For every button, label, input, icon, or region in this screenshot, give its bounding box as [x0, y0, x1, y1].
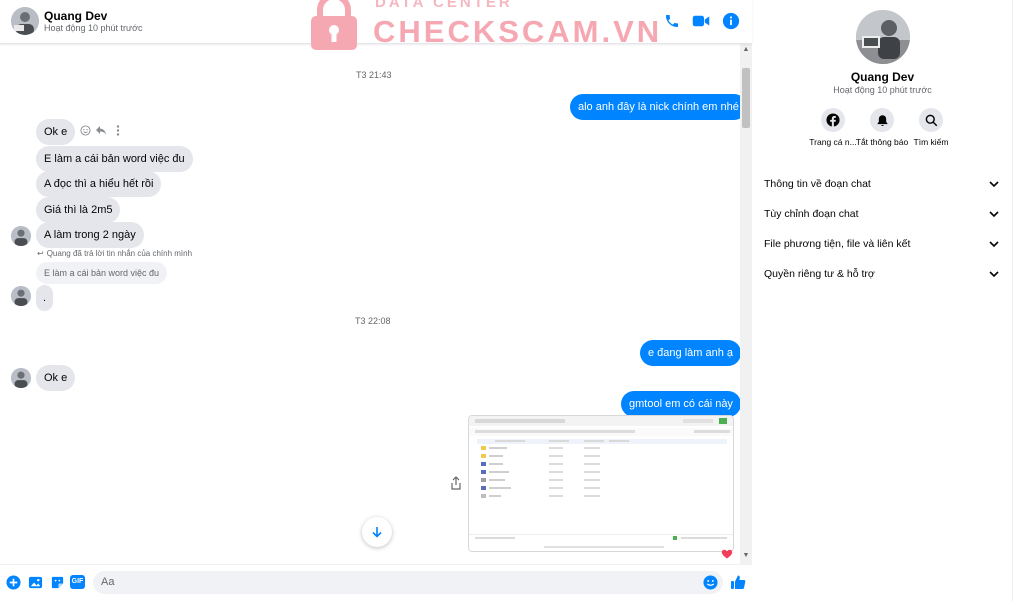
share-icon[interactable]	[450, 476, 462, 490]
more-icon[interactable]	[112, 124, 124, 136]
phone-icon[interactable]	[662, 11, 682, 31]
section-label: Tùy chỉnh đoạn chat	[764, 208, 859, 220]
incoming-message[interactable]: E làm a cái bản word việc đu	[36, 146, 193, 172]
incoming-message[interactable]: Ok e	[36, 119, 76, 145]
reply-icon[interactable]	[95, 124, 107, 136]
chevron-down-icon	[989, 241, 999, 248]
reply-quote[interactable]: E làm a cái bản word việc đu	[36, 262, 168, 284]
emoji-icon[interactable]	[703, 575, 718, 590]
timestamp: T3 22:08	[355, 316, 391, 326]
chevron-down-icon	[989, 271, 999, 278]
mute-action[interactable]: Tắt thông báo	[854, 108, 910, 147]
reply-note-text: Quang đã trả lời tin nhắn của chính mình	[46, 249, 193, 258]
section-privacy-support[interactable]: Quyền riêng tư & hỗ trợ	[764, 265, 1000, 285]
outgoing-message[interactable]: alo anh đây là nick chính em nhé	[570, 94, 747, 120]
facebook-icon	[821, 108, 845, 132]
image-attachment[interactable]	[468, 415, 734, 552]
scroll-down-arrow-icon[interactable]: ▼	[742, 552, 750, 560]
search-action[interactable]: Tìm kiếm	[903, 108, 959, 147]
profile-name: Quang Dev	[850, 70, 915, 84]
message-list: T3 21:43 alo anh đây là nick chính em nh…	[0, 44, 747, 564]
outgoing-message[interactable]: gmtool em có cái này	[621, 391, 741, 417]
scroll-up-arrow-icon[interactable]: ▲	[742, 46, 750, 54]
plus-icon[interactable]	[5, 574, 21, 590]
incoming-message[interactable]: Giá thì là 2m5	[36, 197, 121, 223]
section-customize-chat[interactable]: Tùy chỉnh đoạn chat	[764, 205, 1000, 225]
video-icon[interactable]	[691, 11, 711, 31]
section-chat-info[interactable]: Thông tin về đoạn chat	[764, 175, 1000, 195]
heart-reaction-icon[interactable]	[721, 547, 733, 559]
chat-header: Quang Dev Hoạt động 10 phút trước	[0, 0, 752, 44]
file-manager-screenshot	[469, 416, 733, 551]
arrow-down-icon	[372, 527, 382, 538]
conversation-info-panel: Quang Dev Hoạt động 10 phút trước Trang …	[753, 0, 1012, 601]
profile-action-label: Trang cá n...	[809, 137, 857, 147]
chevron-down-icon	[989, 211, 999, 218]
bell-icon	[870, 108, 894, 132]
section-label: File phương tiện, file và liên kết	[764, 238, 911, 250]
section-label: Quyền riêng tư & hỗ trợ	[764, 268, 875, 280]
incoming-message[interactable]: A làm trong 2 ngày	[36, 222, 144, 248]
image-icon[interactable]	[27, 574, 43, 590]
scroll-thumb[interactable]	[742, 68, 750, 128]
chat-scrollbar[interactable]: ▲ ▼	[740, 44, 752, 564]
info-icon[interactable]	[721, 11, 741, 31]
reply-note: ↩ Quang đã trả lời tin nhắn của chính mìn…	[37, 249, 192, 258]
section-media-files-links[interactable]: File phương tiện, file và liên kết	[764, 235, 1000, 255]
sender-avatar	[11, 286, 31, 306]
gif-icon[interactable]: GIF	[70, 574, 85, 590]
incoming-message[interactable]: .	[36, 285, 54, 311]
outgoing-message[interactable]: e đang làm anh ạ	[640, 340, 742, 366]
reply-arrow-icon: ↩	[37, 249, 44, 258]
gif-label: GIF	[70, 575, 85, 589]
mute-action-label: Tắt thông báo	[855, 137, 909, 147]
contact-avatar[interactable]	[11, 7, 39, 35]
contact-name[interactable]: Quang Dev	[44, 9, 107, 23]
sender-avatar	[11, 368, 31, 388]
profile-avatar[interactable]	[856, 10, 910, 64]
profile-action[interactable]: Trang cá n...	[805, 108, 861, 147]
search-action-label: Tìm kiếm	[913, 137, 949, 147]
scroll-to-bottom-button[interactable]	[362, 517, 392, 547]
sender-avatar	[11, 226, 31, 246]
chat-panel: Quang Dev Hoạt động 10 phút trước DATA C…	[0, 0, 752, 601]
like-icon[interactable]	[730, 574, 746, 590]
message-input-placeholder: Aa	[101, 576, 115, 588]
search-icon	[919, 108, 943, 132]
incoming-message[interactable]: Ok e	[36, 365, 76, 391]
timestamp: T3 21:43	[356, 70, 392, 80]
emoji-react-icon[interactable]	[79, 124, 91, 136]
profile-status: Hoạt động 10 phút trước	[833, 85, 932, 95]
message-input[interactable]: Aa	[93, 571, 723, 594]
sticker-icon[interactable]	[49, 574, 65, 590]
section-label: Thông tin về đoạn chat	[764, 178, 871, 190]
composer: GIF Aa	[0, 564, 752, 601]
chevron-down-icon	[989, 181, 999, 188]
page-scrollbar[interactable]	[1012, 0, 1024, 601]
incoming-message[interactable]: A đọc thì a hiểu hết rồi	[36, 171, 162, 197]
contact-status: Hoạt động 10 phút trước	[44, 23, 143, 33]
